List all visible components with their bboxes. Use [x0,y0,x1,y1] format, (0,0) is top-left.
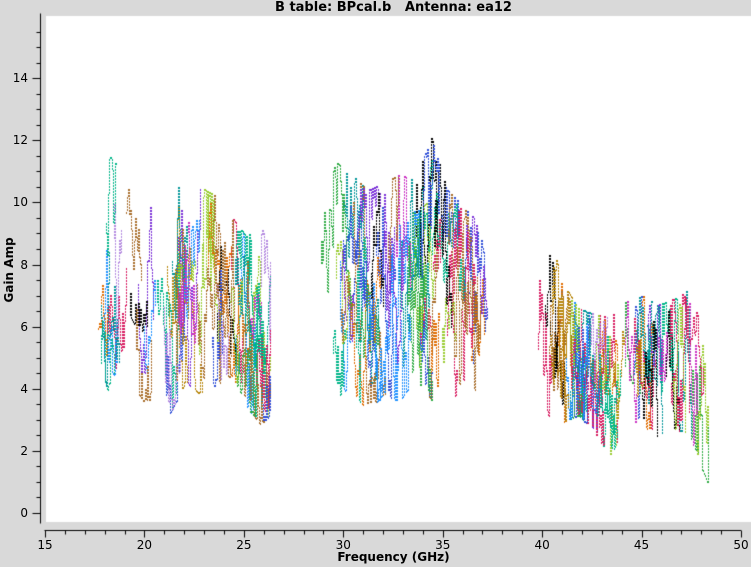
y-tick-label: 12 [0,133,28,147]
y-tick-label: 0 [0,506,28,520]
y-tick-label: 4 [0,382,28,396]
bandpass-plot-canvas [0,0,751,567]
x-tick-label: 50 [721,538,751,552]
x-tick-label: 40 [522,538,562,552]
y-tick-label: 6 [0,320,28,334]
y-tick-label: 10 [0,195,28,209]
y-tick-label: 2 [0,444,28,458]
x-tick-label: 20 [124,538,164,552]
x-tick-label: 35 [423,538,463,552]
plot-title: B table: BPcal.b Antenna: ea12 [36,0,751,16]
x-tick-label: 30 [323,538,363,552]
x-tick-label: 25 [224,538,264,552]
x-axis-title: Frequency (GHz) [36,550,751,564]
x-tick-label: 45 [622,538,662,552]
plot-window: B table: BPcal.b Antenna: ea12 Gain Amp … [0,0,751,567]
x-tick-label: 15 [25,538,65,552]
y-tick-label: 8 [0,258,28,272]
y-tick-label: 14 [0,71,28,85]
